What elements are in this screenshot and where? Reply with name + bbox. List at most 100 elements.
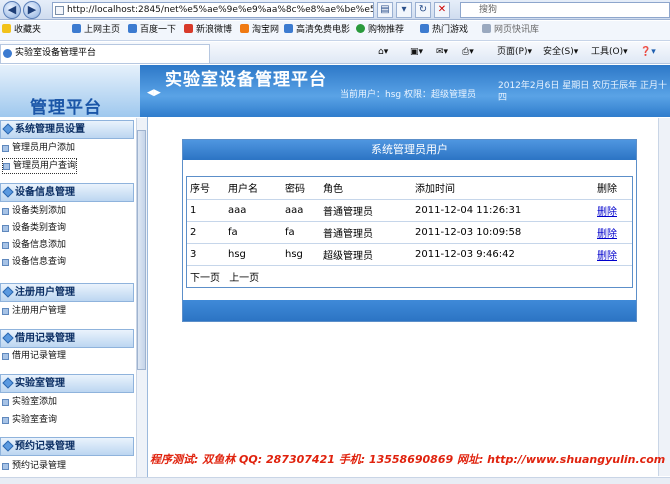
favorites-button[interactable]: 收藏夹 xyxy=(2,24,41,37)
sidebar-item-device-query[interactable]: 设备信息查询 xyxy=(2,255,66,269)
tools-menu[interactable]: 工具(O)▾ xyxy=(591,46,628,59)
favorite-link-7[interactable]: 网页快讯库 xyxy=(482,24,539,37)
tools-menu-label: 工具(O) xyxy=(591,47,624,57)
sidebar-item-category-query[interactable]: 设备类别查询 xyxy=(2,221,66,235)
item-label: 预约记录管理 xyxy=(12,461,67,471)
sidebar-item-lab-add[interactable]: 实验室添加 xyxy=(2,395,57,409)
sidebar-group-admin[interactable]: 系统管理员设置 xyxy=(0,120,134,139)
sidebar-group-reserve[interactable]: 预约记录管理 xyxy=(0,437,134,456)
item-label: 实验室添加 xyxy=(12,397,58,407)
table-row: 2 fa fa 普通管理员 2011-12-03 10:09:58 删除 xyxy=(187,221,632,244)
next-page-link[interactable]: 下一页 xyxy=(190,273,220,284)
search-input[interactable]: 搜狗 xyxy=(460,2,670,18)
sidebar-group-equipment[interactable]: 设备信息管理 xyxy=(0,183,134,202)
cell-password: hsg xyxy=(282,243,320,266)
compat-view-icon[interactable]: ▤ xyxy=(377,2,393,18)
favorite-label: 热门游戏 xyxy=(432,25,469,35)
item-icon xyxy=(2,145,9,152)
collapse-sidebar-icon[interactable]: ◀▶ xyxy=(147,88,161,98)
favorite-label: 网页快讯库 xyxy=(494,25,540,35)
address-bar-row: ◀ ▶ http://localhost:2845/net%e5%ae%9e%e… xyxy=(0,0,670,20)
group-title: 借用记录管理 xyxy=(15,333,75,344)
sidebar-item-category-add[interactable]: 设备类别添加 xyxy=(2,204,66,218)
rss-icon[interactable]: ▣▾ xyxy=(410,46,423,59)
logo: 管理平台 xyxy=(0,65,140,118)
page-header: 管理平台 ◀▶ 实验室设备管理平台 当前用户：hsg 权限：超级管理员 2012… xyxy=(0,65,670,118)
sidebar-item-users[interactable]: 注册用户管理 xyxy=(2,304,66,318)
pager: 下一页 上一页 xyxy=(190,269,259,284)
favorite-link-6[interactable]: 热门游戏 xyxy=(420,24,468,37)
favorite-link-4[interactable]: 高清免费电影 xyxy=(284,24,350,37)
col-header: 序号 xyxy=(187,177,225,200)
admin-users-panel: 系统管理员用户 序号 用户名 密码 角色 添加时间 删除 1 aaa aaa 普… xyxy=(182,139,637,322)
delete-link[interactable]: 删除 xyxy=(594,221,632,244)
mail-icon[interactable]: ✉▾ xyxy=(436,46,448,59)
tab-row: 实验室设备管理平台 ⌂▾ ▣▾ ✉▾ ⎙▾ 页面(P)▾ 安全(S)▾ 工具(O… xyxy=(0,42,670,64)
favorite-link-1[interactable]: 百度一下 xyxy=(128,24,176,37)
favorite-label: 新浪微博 xyxy=(196,25,233,35)
back-icon[interactable]: ◀ xyxy=(3,1,21,19)
home-icon[interactable]: ⌂▾ xyxy=(378,46,388,59)
item-icon xyxy=(2,242,9,249)
table-row: 1 aaa aaa 普通管理员 2011-12-04 11:26:31 删除 xyxy=(187,199,632,222)
favorite-link-3[interactable]: 淘宝网 xyxy=(240,24,279,37)
horizontal-scrollbar[interactable] xyxy=(0,477,670,484)
cell-username: hsg xyxy=(225,243,282,266)
sidebar-group-lab[interactable]: 实验室管理 xyxy=(0,374,134,393)
print-icon[interactable]: ⎙▾ xyxy=(462,46,474,59)
item-label: 注册用户管理 xyxy=(12,306,67,316)
favorites-bar: 收藏夹 上网主页 百度一下 新浪微博 淘宝网 高清免费电影 购物推荐 热门游戏 … xyxy=(0,21,670,41)
group-title: 注册用户管理 xyxy=(15,287,75,298)
col-header: 删除 xyxy=(594,177,632,200)
system-title: 实验室设备管理平台 xyxy=(165,70,327,90)
browser-tab[interactable]: 实验室设备管理平台 xyxy=(0,44,210,63)
main-scrollbar[interactable] xyxy=(658,118,670,476)
panel-title: 系统管理员用户 xyxy=(183,140,636,160)
help-icon[interactable]: ❓▾ xyxy=(640,46,656,59)
stop-icon[interactable]: ✕ xyxy=(434,2,450,18)
search-placeholder: 搜狗 xyxy=(479,5,498,15)
sidebar-item-borrow[interactable]: 借用记录管理 xyxy=(2,349,66,363)
item-label: 实验室查询 xyxy=(12,415,58,425)
cell-id: 1 xyxy=(187,199,225,222)
favorite-link-5[interactable]: 购物推荐 xyxy=(356,24,404,37)
sidebar-item-admin-add[interactable]: 管理员用户添加 xyxy=(2,141,75,155)
sidebar-group-borrow[interactable]: 借用记录管理 xyxy=(0,329,134,348)
diamond-icon xyxy=(2,186,14,198)
item-label: 设备信息查询 xyxy=(12,257,67,267)
favorite-link-0[interactable]: 上网主页 xyxy=(72,24,120,37)
dropdown-icon[interactable]: ▾ xyxy=(396,2,412,18)
users-table: 序号 用户名 密码 角色 添加时间 删除 1 aaa aaa 普通管理员 201… xyxy=(187,177,632,266)
table-header-row: 序号 用户名 密码 角色 添加时间 删除 xyxy=(187,177,632,200)
sidebar-scroll-thumb[interactable] xyxy=(137,130,146,370)
sidebar-item-lab-query[interactable]: 实验室查询 xyxy=(2,413,57,427)
footer-credits: 程序测试: 双鱼林 QQ: 287307421 手机: 13558690869 … xyxy=(150,453,666,466)
forward-icon[interactable]: ▶ xyxy=(23,1,41,19)
cell-password: fa xyxy=(282,221,320,244)
cell-username: fa xyxy=(225,221,282,244)
favorite-label: 百度一下 xyxy=(140,25,177,35)
safety-menu[interactable]: 安全(S)▾ xyxy=(543,46,578,59)
item-icon xyxy=(2,463,9,470)
sidebar-item-device-add[interactable]: 设备信息添加 xyxy=(2,238,66,252)
cell-role: 超级管理员 xyxy=(320,243,412,266)
item-icon xyxy=(2,417,9,424)
cell-added-time: 2011-12-03 9:46:42 xyxy=(412,243,594,266)
cell-added-time: 2011-12-03 10:09:58 xyxy=(412,221,594,244)
refresh-icon[interactable]: ↻ xyxy=(415,2,431,18)
date-text: 2012年2月6日 星期日 农历壬辰年 正月十四 xyxy=(498,81,667,103)
url-input[interactable]: http://localhost:2845/net%e5%ae%9e%e9%aa… xyxy=(52,2,374,18)
page-menu[interactable]: 页面(P)▾ xyxy=(497,46,532,59)
page-menu-label: 页面(P) xyxy=(497,47,528,57)
item-label: 管理员用户查询 xyxy=(13,161,77,171)
sidebar-group-users[interactable]: 注册用户管理 xyxy=(0,283,134,302)
prev-page-link[interactable]: 上一页 xyxy=(229,273,259,284)
sidebar-item-admin-query[interactable]: 管理员用户查询 xyxy=(2,158,78,174)
favorite-link-2[interactable]: 新浪微博 xyxy=(184,24,232,37)
url-text: http://localhost:2845/net%e5%ae%9e%e9%aa… xyxy=(67,5,374,15)
group-title: 实验室管理 xyxy=(15,378,65,389)
delete-link[interactable]: 删除 xyxy=(594,199,632,222)
delete-link[interactable]: 删除 xyxy=(594,243,632,266)
diamond-icon xyxy=(2,377,14,389)
sidebar-item-reserve[interactable]: 预约记录管理 xyxy=(2,459,66,473)
